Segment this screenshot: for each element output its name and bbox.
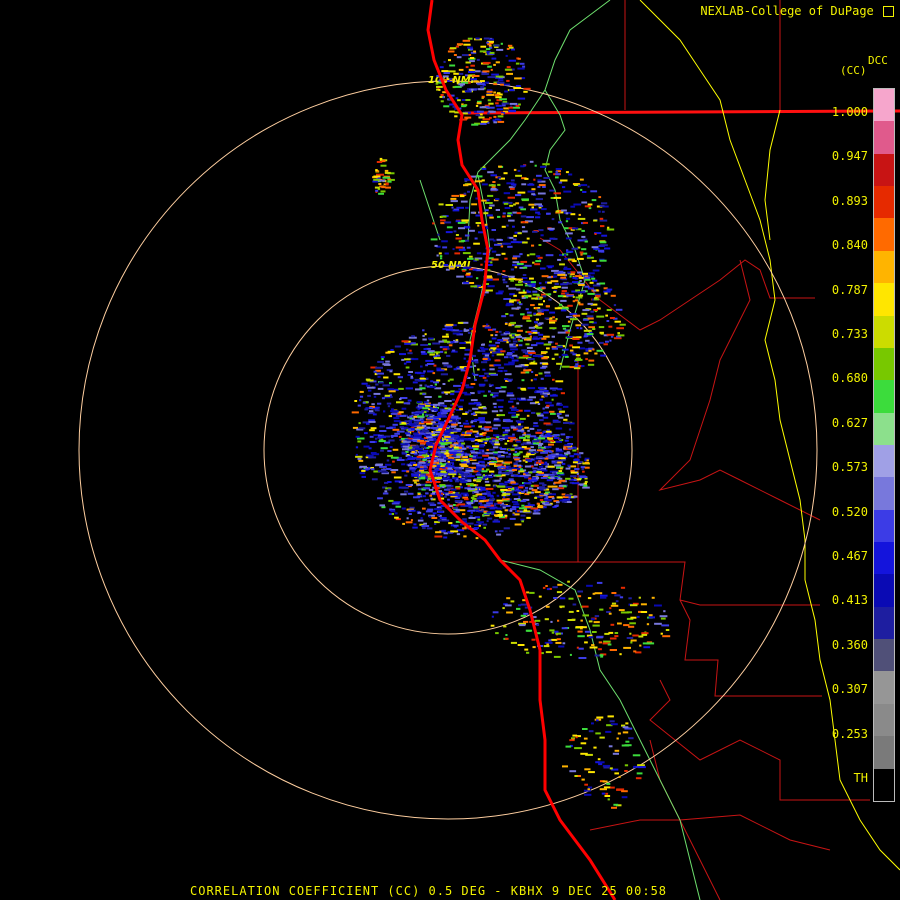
colorbar-segment xyxy=(874,768,894,801)
colorbar-segment xyxy=(874,703,894,737)
legend-tick-label: 0.520 xyxy=(831,504,868,519)
legend-tick-label: 0.360 xyxy=(831,637,868,652)
colorbar-segment xyxy=(874,380,894,413)
colorbar-segment xyxy=(874,89,894,122)
colorbar-segment xyxy=(874,509,894,543)
colorbar-segment xyxy=(874,606,894,640)
colorbar-segment xyxy=(874,283,894,316)
county-lines xyxy=(500,0,870,900)
legend-tick-label: 0.573 xyxy=(831,460,868,475)
colorbar-segment xyxy=(874,477,894,510)
colorbar-segment xyxy=(874,250,894,284)
legend-tick-label: 0.627 xyxy=(831,415,868,430)
legend-tick-label: 0.413 xyxy=(831,593,868,608)
legend-tick-label: 0.467 xyxy=(831,549,868,563)
legend-tick-label: 0.787 xyxy=(831,282,868,297)
credit-text: NEXLAB-College of DuPage xyxy=(700,4,874,18)
colorbar-segment xyxy=(874,671,894,704)
radar-echoes xyxy=(351,37,671,809)
legend-tick-label: 0.947 xyxy=(831,149,868,164)
legend-tick-label: 0.253 xyxy=(831,726,868,741)
colorbar-segment xyxy=(874,153,894,187)
colorbar-segment xyxy=(874,347,894,381)
colorbar-segment xyxy=(874,542,894,575)
colorbar-segment xyxy=(874,315,894,348)
credit-label: NEXLAB-College of DuPage xyxy=(700,4,894,18)
colorbar-segment xyxy=(874,121,894,154)
colorbar-segment xyxy=(874,574,894,607)
external-link-icon[interactable] xyxy=(883,6,894,17)
legend-colorbar xyxy=(873,88,895,802)
legend-tick-label: 0.733 xyxy=(831,327,868,341)
product-info-footer: CORRELATION COEFFICIENT (CC) 0.5 DEG - K… xyxy=(190,884,668,898)
legend-tick-label: TH xyxy=(853,771,868,785)
colorbar-segment xyxy=(874,218,894,251)
colorbar-segment xyxy=(874,186,894,219)
legend-tick-label: 0.840 xyxy=(831,238,868,253)
legend-tick-label: 0.893 xyxy=(831,193,868,208)
colorbar-segment xyxy=(874,444,894,478)
legend-product-code: DCC xyxy=(868,54,888,67)
colorbar-segment xyxy=(874,736,894,769)
colorbar-segment xyxy=(874,639,894,672)
legend-tick-label: 1.000 xyxy=(831,105,868,119)
legend-tick-label: 0.680 xyxy=(831,371,868,386)
legend-tick-label: 0.307 xyxy=(831,682,868,697)
radar-map: 100 NMI 50 NMI xyxy=(78,0,900,900)
colorbar-segment xyxy=(874,412,894,445)
legend-unit-label: (CC) xyxy=(840,64,867,77)
